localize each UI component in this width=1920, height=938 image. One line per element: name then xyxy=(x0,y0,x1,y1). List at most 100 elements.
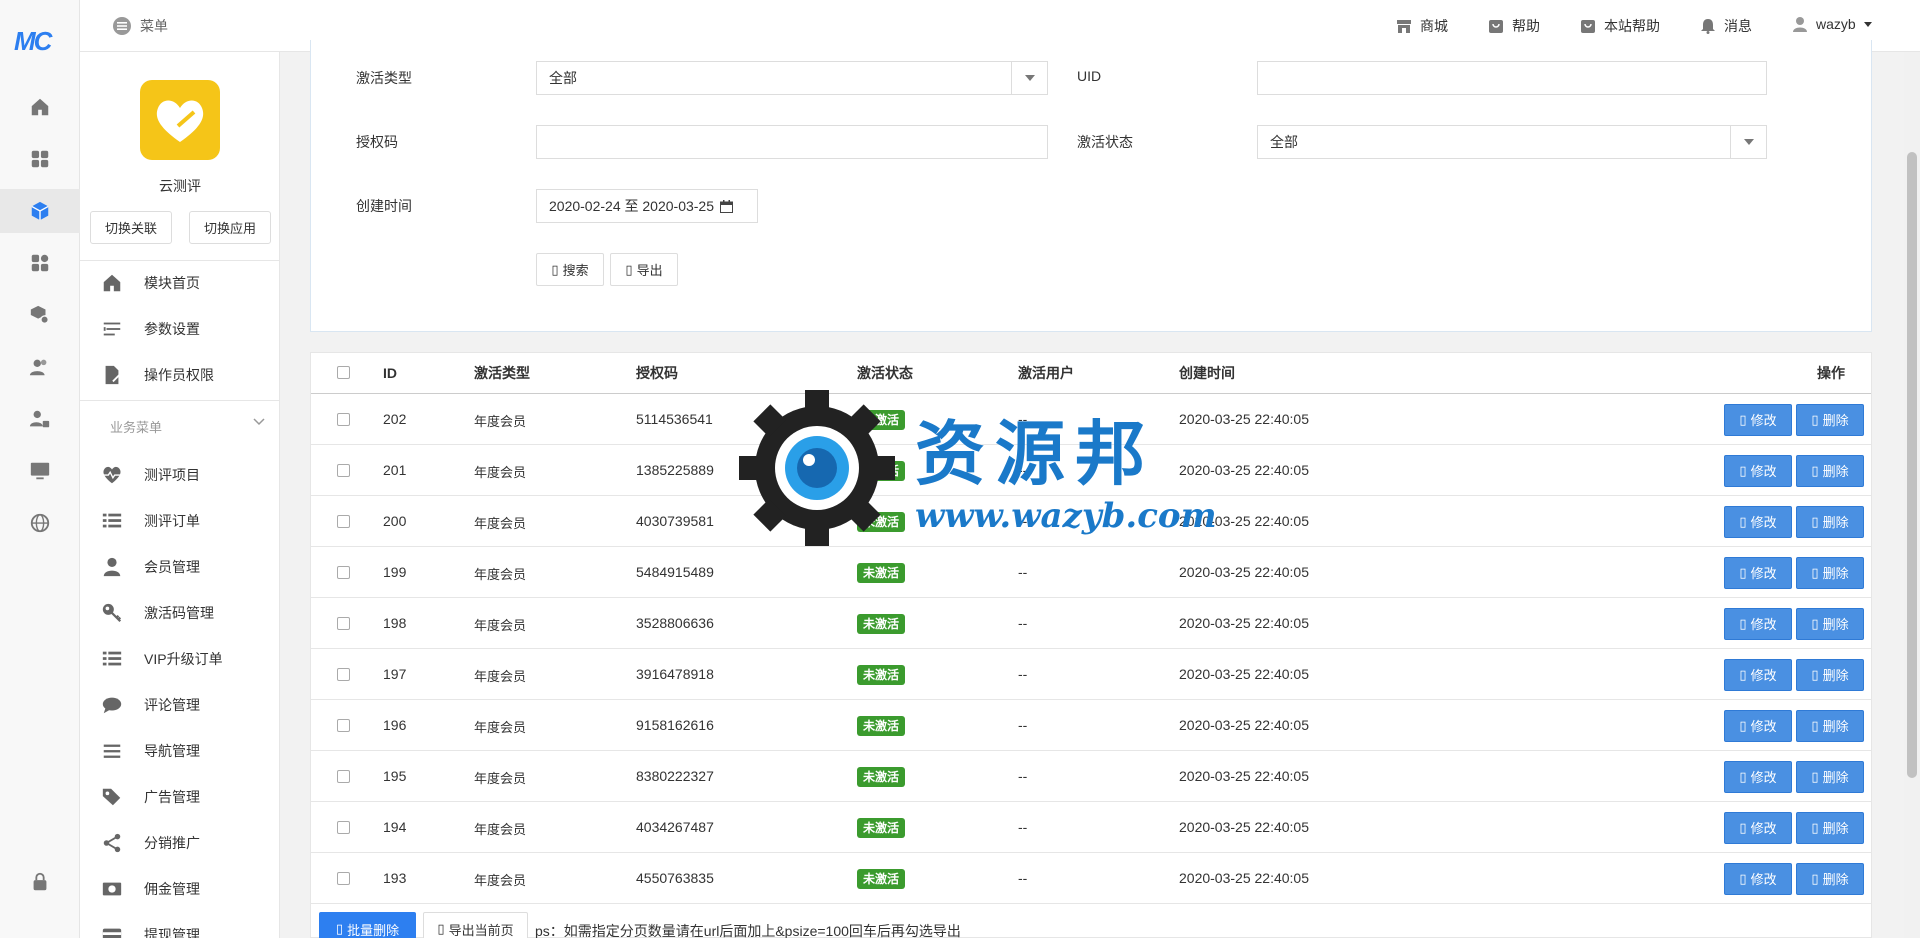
delete-button[interactable]: ▯ 删除 xyxy=(1796,760,1864,793)
edit-button[interactable]: ▯ 修改 xyxy=(1724,709,1792,742)
row-checkbox[interactable] xyxy=(337,820,350,834)
table-row xyxy=(311,649,1871,700)
sidebar-item-params[interactable]: 参数设置 xyxy=(80,306,280,352)
rail-widgets-icon[interactable] xyxy=(0,241,80,285)
rail-home-icon[interactable] xyxy=(0,85,80,129)
edit-icon: ▯ xyxy=(1739,513,1747,529)
trash-icon: ▯ xyxy=(1811,666,1819,682)
activation-type-select[interactable]: 全部 xyxy=(536,61,1048,95)
sidebar-item-operator-perms[interactable]: 操作员权限 xyxy=(80,352,280,398)
row-checkbox[interactable] xyxy=(337,565,350,579)
cell-code: 5114536541 xyxy=(636,410,713,427)
auth-code-input[interactable] xyxy=(536,125,1048,159)
delete-button[interactable]: ▯ 删除 xyxy=(1796,403,1864,436)
bulk-delete-button[interactable]: ▯ 批量删除 xyxy=(319,912,416,938)
edit-button[interactable]: ▯ 修改 xyxy=(1724,811,1792,844)
search-button[interactable]: ▯ 搜索 xyxy=(536,253,604,286)
cell-id: 193 xyxy=(383,869,407,886)
export-button[interactable]: ▯ 导出 xyxy=(610,253,678,286)
rail-globe-icon[interactable] xyxy=(0,501,80,545)
sidebar-item-commission[interactable]: 佣金管理 xyxy=(80,866,280,912)
date-range-input[interactable]: 2020-02-24 至 2020-03-25 xyxy=(536,189,758,223)
cell-type: 年度会员 xyxy=(474,872,527,888)
sidebar-item-vip-orders[interactable]: VIP升级订单 xyxy=(80,636,280,682)
edit-icon: ▯ xyxy=(1739,819,1747,835)
row-checkbox[interactable] xyxy=(337,769,350,783)
delete-button[interactable]: ▯ 删除 xyxy=(1796,709,1864,742)
delete-button[interactable]: ▯ 删除 xyxy=(1796,607,1864,640)
trash-icon: ▯ xyxy=(1811,768,1819,784)
col-header-status: 激活状态 xyxy=(857,365,913,381)
topbar-help[interactable]: 帮助 xyxy=(1488,16,1540,36)
sidebar-item-navigation[interactable]: 导航管理 xyxy=(80,728,280,774)
delete-button[interactable]: ▯ 删除 xyxy=(1796,454,1864,487)
app-name: 云测评 xyxy=(159,178,201,194)
sidebar-item-label: 会员管理 xyxy=(144,559,200,575)
rail-lock-icon[interactable] xyxy=(0,860,80,904)
export-page-button[interactable]: ▯ 导出当前页 xyxy=(423,912,528,938)
section-title: 业务菜单 xyxy=(110,420,163,435)
edit-button[interactable]: ▯ 修改 xyxy=(1724,556,1792,589)
row-checkbox[interactable] xyxy=(337,514,350,528)
row-checkbox[interactable] xyxy=(337,871,350,885)
delete-button[interactable]: ▯ 删除 xyxy=(1796,505,1864,538)
row-checkbox[interactable] xyxy=(337,718,350,732)
edit-button[interactable]: ▯ 修改 xyxy=(1724,607,1792,640)
row-checkbox[interactable] xyxy=(337,667,350,681)
table-row xyxy=(311,700,1871,751)
edit-button[interactable]: ▯ 修改 xyxy=(1724,862,1792,895)
topbar-store[interactable]: 商城 xyxy=(1396,16,1448,36)
sidebar-item-activation-codes[interactable]: 激活码管理 xyxy=(80,590,280,636)
sidebar-item-label: 参数设置 xyxy=(144,321,200,337)
sidebar-item-label: VIP升级订单 xyxy=(144,651,223,667)
scrollbar-thumb[interactable] xyxy=(1907,152,1917,778)
table-row xyxy=(311,496,1871,547)
delete-button[interactable]: ▯ 删除 xyxy=(1796,811,1864,844)
sidebar-item-module-home[interactable]: 模块首页 xyxy=(80,260,280,306)
row-checkbox[interactable] xyxy=(337,412,350,426)
page-scrollbar[interactable] xyxy=(1904,52,1920,938)
delete-button[interactable]: ▯ 删除 xyxy=(1796,658,1864,691)
switch-app-button[interactable]: 切换应用 xyxy=(189,211,271,244)
edit-button[interactable]: ▯ 修改 xyxy=(1724,658,1792,691)
cell-type: 年度会员 xyxy=(474,413,527,429)
menu-toggle[interactable]: 菜单 xyxy=(112,16,168,36)
delete-button[interactable]: ▯ 删除 xyxy=(1796,862,1864,895)
edit-button[interactable]: ▯ 修改 xyxy=(1724,454,1792,487)
row-checkbox[interactable] xyxy=(337,463,350,477)
row-checkbox[interactable] xyxy=(337,616,350,630)
cell-code: 4030739581 xyxy=(636,512,714,529)
bulk-delete-label: 批量删除 xyxy=(347,922,400,938)
edit-button[interactable]: ▯ 修改 xyxy=(1724,760,1792,793)
sidebar-item-distribution[interactable]: 分销推广 xyxy=(80,820,280,866)
table-row xyxy=(311,853,1871,904)
rail-monitor-icon[interactable] xyxy=(0,449,80,493)
sidebar-item-withdrawal[interactable]: 提现管理 xyxy=(80,912,280,938)
sidebar-item-members[interactable]: 会员管理 xyxy=(80,544,280,590)
activation-status-select[interactable]: 全部 xyxy=(1257,125,1767,159)
rail-user-lock-icon[interactable] xyxy=(0,397,80,441)
sidebar-item-comments[interactable]: 评论管理 xyxy=(80,682,280,728)
topbar-messages[interactable]: 消息 xyxy=(1700,16,1752,36)
sidebar-item-eval-orders[interactable]: 测评订单 xyxy=(80,498,280,544)
edit-button-label: 修改 xyxy=(1750,872,1777,887)
sidebar-item-ads[interactable]: 广告管理 xyxy=(80,774,280,820)
rail-users-icon[interactable] xyxy=(0,345,80,389)
rail-apps-grid-icon[interactable] xyxy=(0,137,80,181)
brand-logo[interactable]: MC xyxy=(14,26,64,56)
select-all-checkbox[interactable] xyxy=(337,366,350,379)
edit-button[interactable]: ▯ 修改 xyxy=(1724,403,1792,436)
rail-package-settings-icon[interactable] xyxy=(0,293,80,337)
edit-button[interactable]: ▯ 修改 xyxy=(1724,505,1792,538)
trash-icon: ▯ xyxy=(1811,870,1819,886)
uid-input[interactable] xyxy=(1257,61,1767,95)
topbar-user-menu[interactable]: wazyb xyxy=(1792,16,1872,32)
card-icon xyxy=(80,924,144,938)
switch-link-button[interactable]: 切换关联 xyxy=(90,211,172,244)
topbar-site-help[interactable]: 本站帮助 xyxy=(1580,16,1660,36)
chevron-down-icon[interactable] xyxy=(252,415,266,429)
rail-cube-icon[interactable] xyxy=(0,189,80,233)
delete-button[interactable]: ▯ 删除 xyxy=(1796,556,1864,589)
module-sidebar: 云测评 切换关联 切换应用 模块首页 参数设置 操作员权限 业务菜单 测评项目 … xyxy=(80,0,280,938)
sidebar-item-eval-projects[interactable]: 测评项目 xyxy=(80,452,280,498)
